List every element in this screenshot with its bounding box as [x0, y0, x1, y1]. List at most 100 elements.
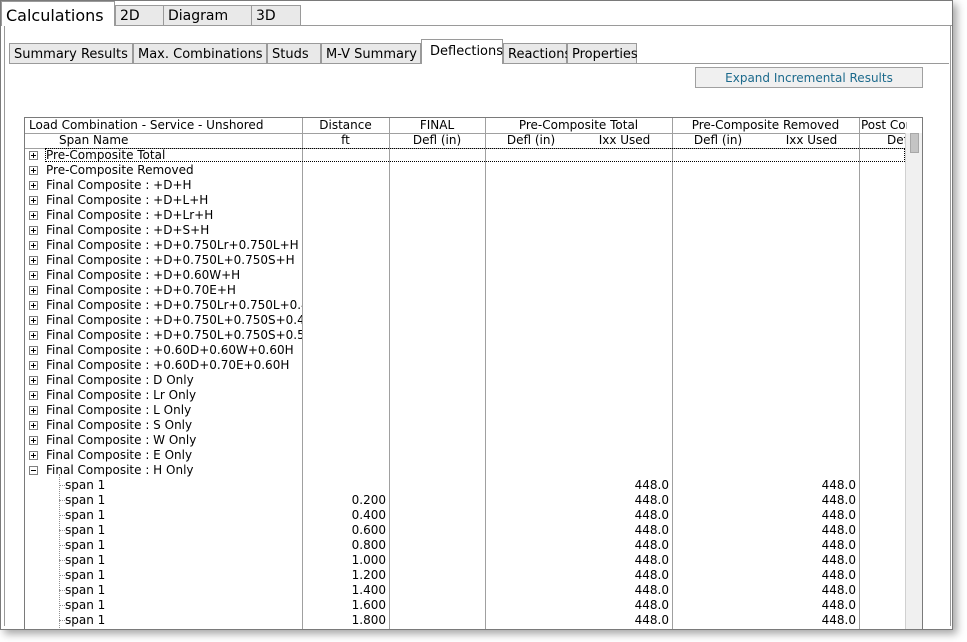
expand-icon[interactable] — [29, 376, 38, 385]
header-pre-total-defl[interactable]: Defl (in) — [485, 133, 577, 148]
header-pre-total-ixx[interactable]: Ixx Used — [577, 133, 672, 148]
expand-icon[interactable] — [29, 406, 38, 415]
pre-total-ixx-value: 448.0 — [634, 478, 669, 492]
tab-properties[interactable]: Properties — [567, 43, 638, 63]
expand-icon[interactable] — [29, 391, 38, 400]
collapse-icon[interactable] — [29, 466, 38, 475]
child-row[interactable]: span 1 1.600 448.0 448.0 — [25, 598, 905, 613]
header-post-composite[interactable]: Post Cor — [861, 118, 907, 133]
expand-icon[interactable] — [29, 151, 38, 160]
expand-icon[interactable] — [29, 166, 38, 175]
distance-value: 0.800 — [351, 538, 386, 552]
expand-icon[interactable] — [29, 316, 38, 325]
pre-total-ixx-value: 448.0 — [634, 583, 669, 597]
group-row[interactable]: Final Composite : +D+0.750Lr+0.750L+0.45… — [25, 298, 905, 313]
calculations-window: Calculations 2D Diagram 3D Summary Resul… — [0, 0, 953, 630]
group-row[interactable]: Final Composite : +D+0.750Lr+0.750L+H — [25, 238, 905, 253]
pre-total-ixx-value: 448.0 — [634, 493, 669, 507]
scrollbar-thumb[interactable] — [910, 133, 919, 153]
pre-removed-ixx-value: 448.0 — [821, 598, 856, 612]
header-load-combination[interactable]: Load Combination - Service - Unshored — [29, 118, 301, 133]
group-label: Final Composite : +D+0.70E+H — [46, 283, 236, 297]
tab-diagram[interactable]: Diagram — [163, 5, 253, 25]
group-row[interactable]: Final Composite : +0.60D+0.70E+0.60H — [25, 358, 905, 373]
header-pre-removed-defl[interactable]: Defl (in) — [672, 133, 764, 148]
group-row[interactable]: Final Composite : D Only — [25, 373, 905, 388]
distance-value: 1.400 — [351, 583, 386, 597]
group-row[interactable]: Final Composite : +D+0.750L+0.750S+H — [25, 253, 905, 268]
expand-icon[interactable] — [29, 301, 38, 310]
header-span-name[interactable]: Span Name — [59, 133, 299, 148]
expand-icon[interactable] — [29, 346, 38, 355]
expand-icon[interactable] — [29, 361, 38, 370]
tab-reactions[interactable]: Reactions — [503, 43, 571, 63]
tab-studs[interactable]: Studs — [267, 43, 321, 63]
pre-total-ixx-value: 448.0 — [634, 508, 669, 522]
group-row[interactable]: Final Composite : E Only — [25, 448, 905, 463]
tab-max-combinations[interactable]: Max. Combinations — [133, 43, 267, 63]
group-row[interactable]: Final Composite : H Only — [25, 463, 905, 478]
child-row[interactable]: span 1 0.600 448.0 448.0 — [25, 523, 905, 538]
group-row[interactable]: Final Composite : S Only — [25, 418, 905, 433]
group-label: Final Composite : +0.60D+0.70E+0.60H — [46, 358, 290, 372]
vertical-scrollbar[interactable] — [905, 133, 922, 629]
group-row[interactable]: Final Composite : +0.60D+0.60W+0.60H — [25, 343, 905, 358]
header-ft[interactable]: ft — [302, 133, 389, 148]
expand-icon[interactable] — [29, 451, 38, 460]
group-row[interactable]: Final Composite : +D+H — [25, 178, 905, 193]
child-row[interactable]: span 1 1.400 448.0 448.0 — [25, 583, 905, 598]
expand-icon[interactable] — [29, 211, 38, 220]
expand-icon[interactable] — [29, 286, 38, 295]
tab-3d[interactable]: 3D — [251, 5, 301, 25]
expand-icon[interactable] — [29, 226, 38, 235]
expand-incremental-results-button[interactable]: Expand Incremental Results — [695, 67, 923, 88]
expand-icon[interactable] — [29, 181, 38, 190]
group-row[interactable]: Final Composite : +D+S+H — [25, 223, 905, 238]
group-row[interactable]: Final Composite : +D+0.750L+0.750S+0.450… — [25, 313, 905, 328]
expand-icon[interactable] — [29, 241, 38, 250]
header-distance[interactable]: Distance — [302, 118, 389, 133]
tab-calculations[interactable]: Calculations — [1, 1, 115, 26]
pre-total-ixx-value: 448.0 — [634, 598, 669, 612]
expand-icon[interactable] — [29, 196, 38, 205]
group-row[interactable]: Pre-Composite Removed — [25, 163, 905, 178]
span-name: span 1 — [65, 583, 106, 597]
child-row[interactable]: span 1 1.000 448.0 448.0 — [25, 553, 905, 568]
child-row[interactable]: span 1 1.800 448.0 448.0 — [25, 613, 905, 628]
header-pre-removed-ixx[interactable]: Ixx Used — [764, 133, 859, 148]
tab-2d[interactable]: 2D — [115, 5, 165, 25]
group-row[interactable]: Final Composite : L Only — [25, 403, 905, 418]
group-row[interactable]: Final Composite : +D+L+H — [25, 193, 905, 208]
header-pre-composite-removed[interactable]: Pre-Composite Removed — [672, 118, 859, 133]
group-label: Final Composite : +D+0.750Lr+0.750L+0.45… — [46, 298, 302, 312]
expand-icon[interactable] — [29, 436, 38, 445]
tab-mv-summary[interactable]: M-V Summary — [321, 43, 421, 63]
group-row[interactable]: Final Composite : Lr Only — [25, 388, 905, 403]
tab-deflections[interactable]: Deflections — [421, 39, 503, 64]
header-pre-composite-total[interactable]: Pre-Composite Total — [485, 118, 672, 133]
group-label: Final Composite : +D+Lr+H — [46, 208, 214, 222]
expand-icon[interactable] — [29, 331, 38, 340]
group-label: Final Composite : +D+0.60W+H — [46, 268, 241, 282]
child-row[interactable]: span 1 0.400 448.0 448.0 — [25, 508, 905, 523]
header-final[interactable]: FINAL — [389, 118, 485, 133]
header-final-defl[interactable]: Defl (in) — [389, 133, 485, 148]
group-row[interactable]: Pre-Composite Total — [25, 148, 905, 163]
group-row[interactable]: Final Composite : +D+0.60W+H — [25, 268, 905, 283]
child-row[interactable]: span 1 1.200 448.0 448.0 — [25, 568, 905, 583]
group-row[interactable]: Final Composite : +D+0.70E+H — [25, 283, 905, 298]
child-row[interactable]: span 1 0.200 448.0 448.0 — [25, 493, 905, 508]
tab-summary-results[interactable]: Summary Results — [9, 43, 133, 63]
group-row[interactable]: Final Composite : W Only — [25, 433, 905, 448]
expand-icon[interactable] — [29, 256, 38, 265]
child-row[interactable]: span 1 448.0 448.0 — [25, 478, 905, 493]
group-row[interactable]: Final Composite : +D+0.750L+0.750S+0.525… — [25, 328, 905, 343]
sub-tab-bar: Summary Results Max. Combinations Studs … — [9, 39, 949, 65]
group-row[interactable]: Final Composite : +D+Lr+H — [25, 208, 905, 223]
pre-total-ixx-value: 448.0 — [634, 553, 669, 567]
pre-total-ixx-value: 448.0 — [634, 523, 669, 537]
child-row[interactable]: span 1 0.800 448.0 448.0 — [25, 538, 905, 553]
expand-icon[interactable] — [29, 271, 38, 280]
span-name: span 1 — [65, 598, 106, 612]
expand-icon[interactable] — [29, 421, 38, 430]
